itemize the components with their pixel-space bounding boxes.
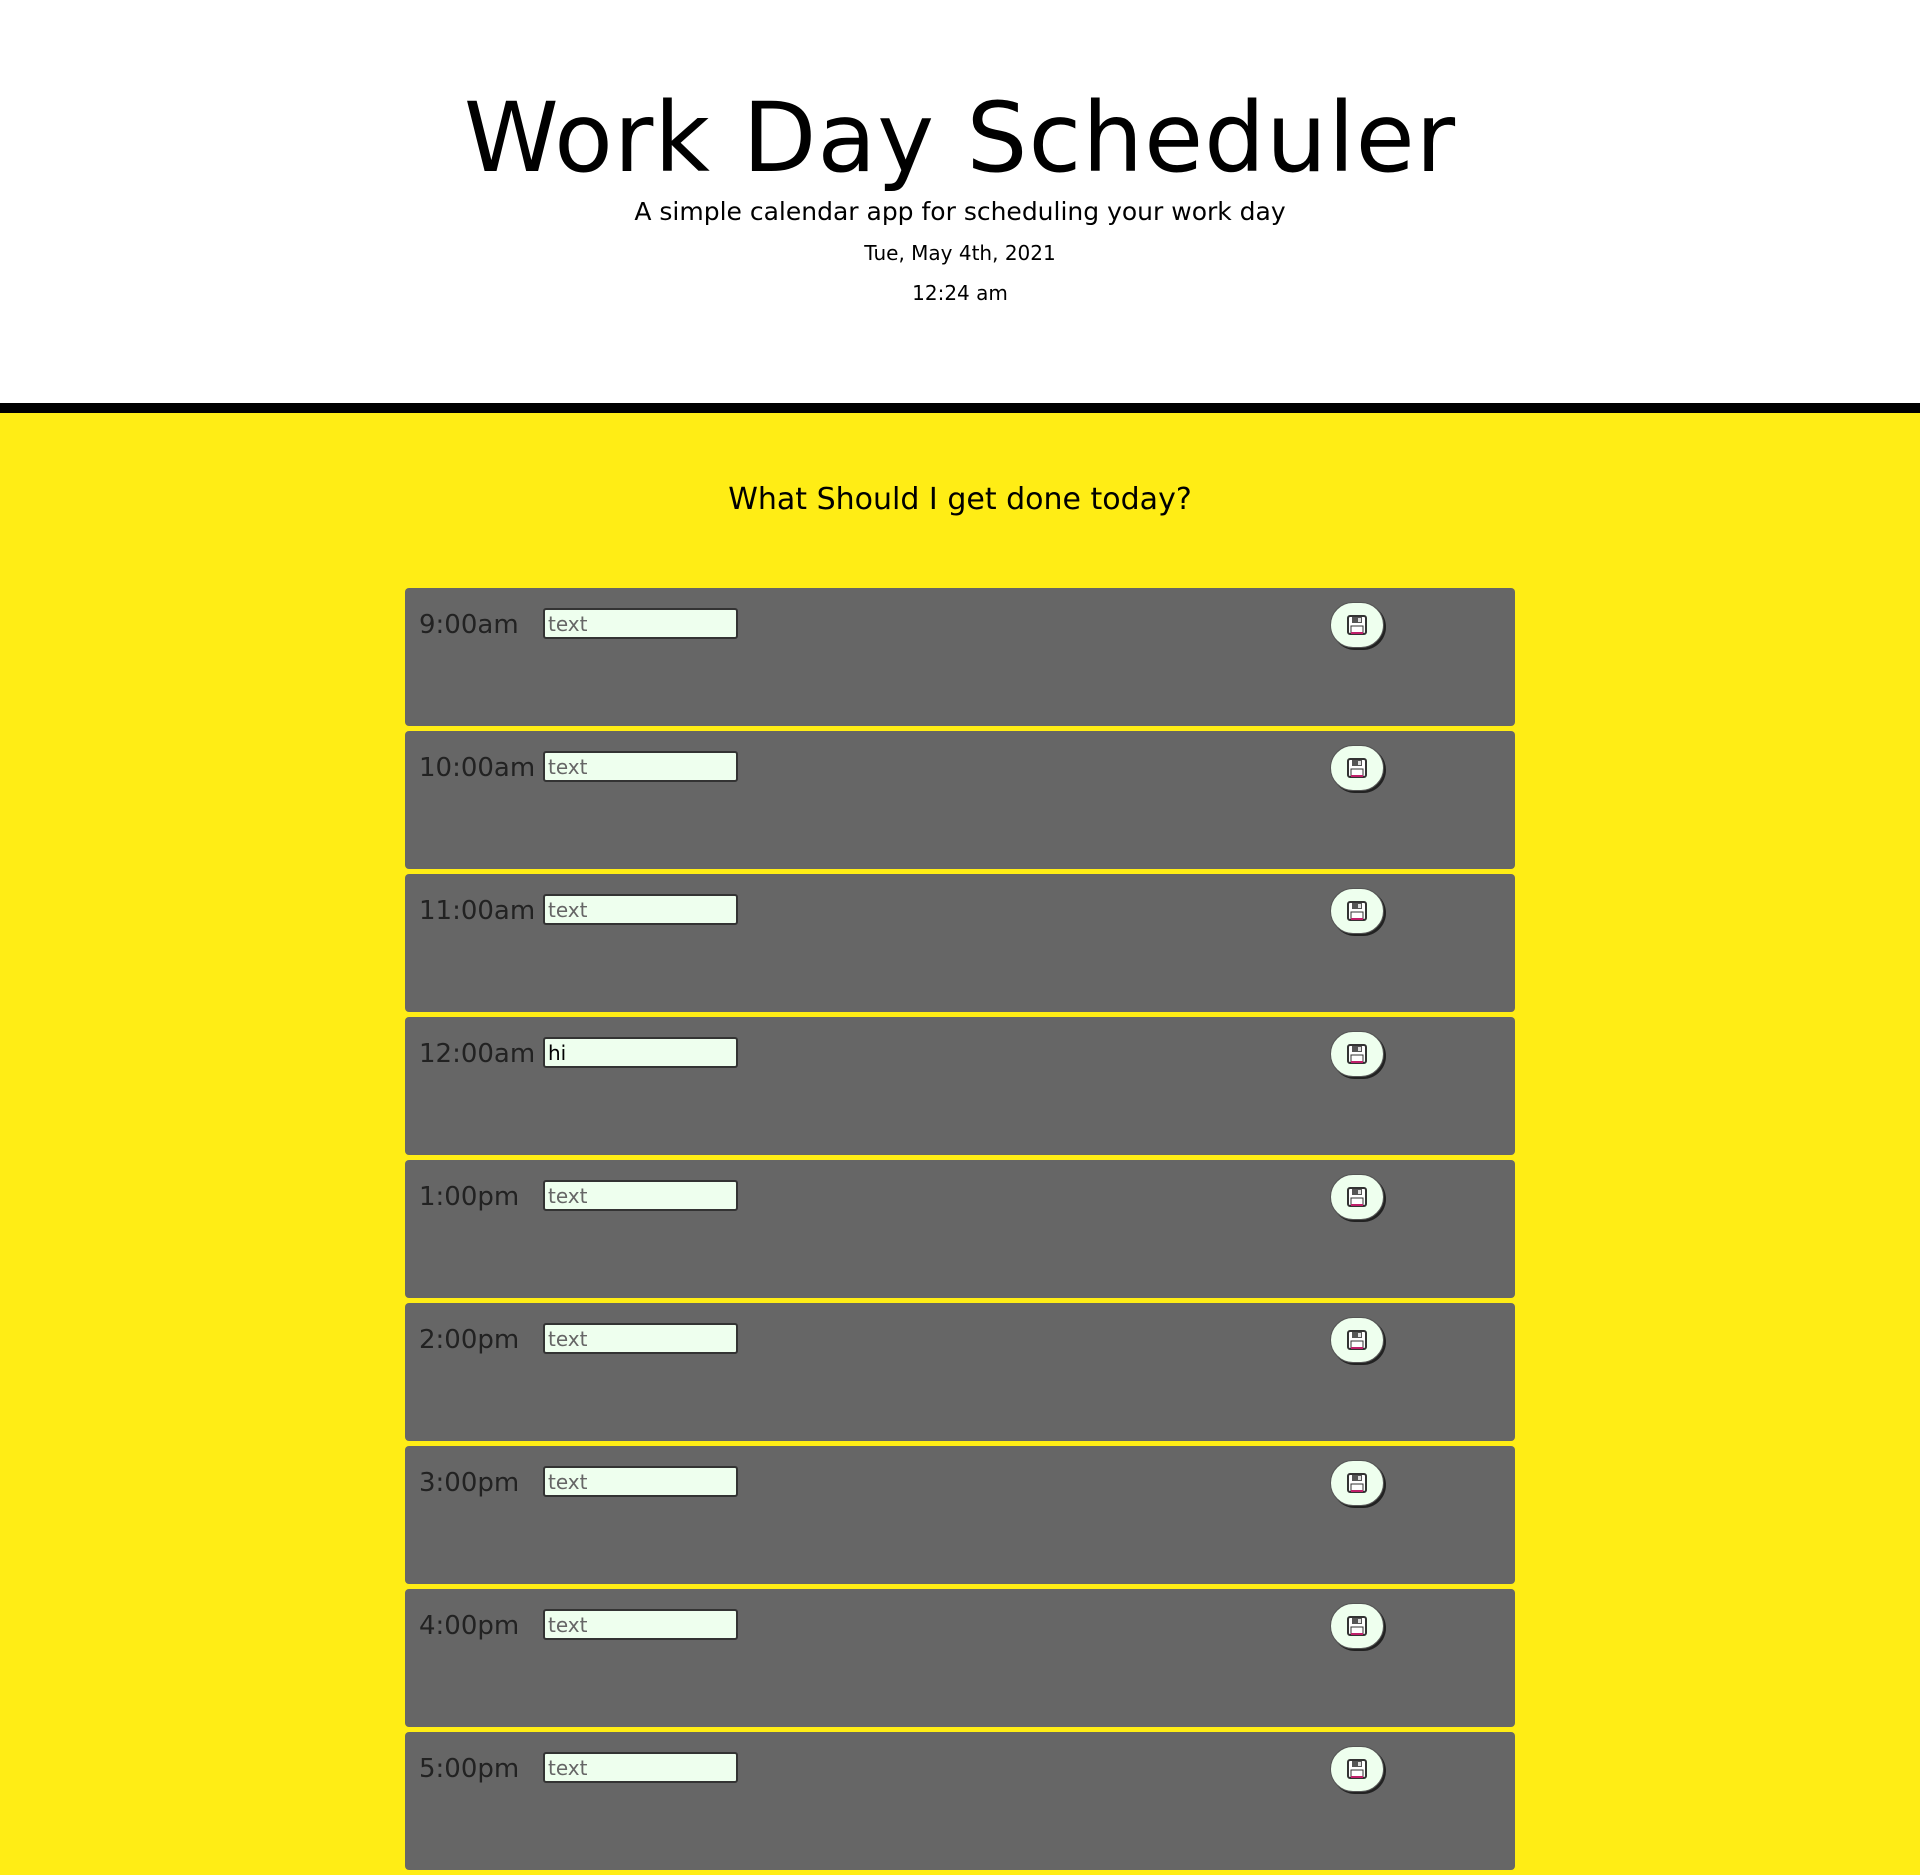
save-button[interactable] (1330, 1174, 1384, 1220)
task-input[interactable] (543, 894, 738, 925)
task-input[interactable] (543, 1752, 738, 1783)
hour-label: 2:00pm (419, 1325, 520, 1355)
schedule-list: 9:00am 10:00am (405, 588, 1515, 1875)
save-button[interactable] (1330, 1460, 1384, 1506)
time-block-row: 2:00pm (405, 1303, 1515, 1441)
save-button[interactable] (1330, 888, 1384, 934)
current-date: Tue, May 4th, 2021 (864, 241, 1056, 265)
floppy-disk-icon (1346, 1329, 1368, 1351)
save-button[interactable] (1330, 745, 1384, 791)
hour-label: 5:00pm (419, 1754, 520, 1784)
hour-label: 1:00pm (419, 1182, 520, 1212)
hour-label: 11:00am (419, 896, 536, 926)
time-block-row: 10:00am (405, 731, 1515, 869)
time-block-row: 5:00pm (405, 1732, 1515, 1870)
save-button[interactable] (1330, 1746, 1384, 1792)
task-input[interactable] (543, 1609, 738, 1640)
task-input[interactable] (543, 1323, 738, 1354)
task-input[interactable] (543, 1037, 738, 1068)
header-divider (0, 403, 1920, 413)
current-time: 12:24 am (912, 281, 1008, 305)
page-title: Work Day Scheduler (463, 82, 1457, 194)
time-block-row: 1:00pm (405, 1160, 1515, 1298)
floppy-disk-icon (1346, 614, 1368, 636)
save-button[interactable] (1330, 602, 1384, 648)
hour-label: 12:00am (419, 1039, 536, 1069)
hour-label: 4:00pm (419, 1611, 520, 1641)
floppy-disk-icon (1346, 1043, 1368, 1065)
hour-label: 9:00am (419, 610, 519, 640)
hour-label: 10:00am (419, 753, 536, 783)
time-block-row: 11:00am (405, 874, 1515, 1012)
floppy-disk-icon (1346, 900, 1368, 922)
page-subtitle: A simple calendar app for scheduling you… (634, 197, 1286, 226)
schedule-prompt: What Should I get done today? (728, 482, 1192, 517)
save-button[interactable] (1330, 1603, 1384, 1649)
time-block-row: 4:00pm (405, 1589, 1515, 1727)
save-button[interactable] (1330, 1317, 1384, 1363)
time-block-row: 3:00pm (405, 1446, 1515, 1584)
time-block-row: 9:00am (405, 588, 1515, 726)
floppy-disk-icon (1346, 1186, 1368, 1208)
task-input[interactable] (543, 608, 738, 639)
task-input[interactable] (543, 751, 738, 782)
floppy-disk-icon (1346, 757, 1368, 779)
floppy-disk-icon (1346, 1615, 1368, 1637)
floppy-disk-icon (1346, 1472, 1368, 1494)
time-block-row: 12:00am (405, 1017, 1515, 1155)
task-input[interactable] (543, 1466, 738, 1497)
task-input[interactable] (543, 1180, 738, 1211)
page-header: Work Day Scheduler A simple calendar app… (0, 0, 1920, 403)
hour-label: 3:00pm (419, 1468, 520, 1498)
floppy-disk-icon (1346, 1758, 1368, 1780)
save-button[interactable] (1330, 1031, 1384, 1077)
